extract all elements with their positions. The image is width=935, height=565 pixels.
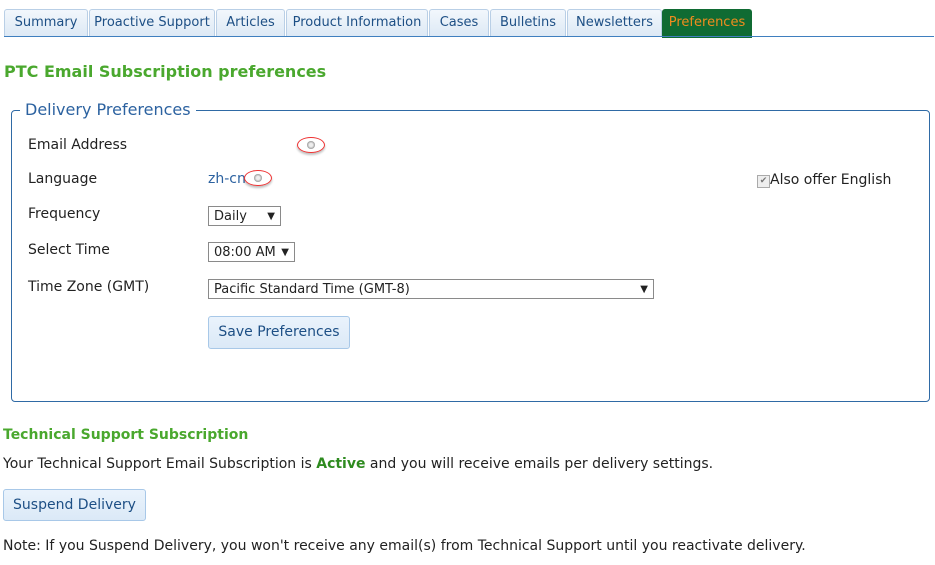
tab-cases[interactable]: Cases bbox=[429, 9, 489, 36]
also-english-label: Also offer English bbox=[770, 172, 892, 188]
frequency-select[interactable]: Daily ▼ bbox=[208, 206, 281, 226]
language-label: Language bbox=[28, 171, 98, 187]
tab-newsletters[interactable]: Newsletters bbox=[567, 9, 662, 36]
frequency-selected-value: Daily bbox=[214, 209, 247, 224]
delivery-preferences-legend: Delivery Preferences bbox=[20, 100, 196, 120]
time-select[interactable]: 08:00 AM ▼ bbox=[208, 242, 295, 262]
tab-proactive-support[interactable]: Proactive Support bbox=[89, 9, 215, 36]
gear-icon bbox=[307, 141, 315, 149]
email-address-label: Email Address bbox=[28, 137, 128, 153]
timezone-select[interactable]: Pacific Standard Time (GMT-8) ▼ bbox=[208, 279, 654, 299]
timezone-label: Time Zone (GMT) bbox=[28, 279, 150, 295]
chevron-down-icon: ▼ bbox=[281, 247, 289, 258]
page-title: PTC Email Subscription preferences bbox=[4, 62, 327, 81]
frequency-label: Frequency bbox=[28, 206, 101, 222]
delivery-preferences-fieldset bbox=[11, 110, 930, 402]
tab-articles[interactable]: Articles bbox=[216, 9, 285, 36]
language-gear-icon[interactable] bbox=[244, 170, 272, 186]
chevron-down-icon: ▼ bbox=[267, 211, 275, 222]
suspend-delivery-button[interactable]: Suspend Delivery bbox=[3, 489, 146, 521]
tab-bar: Summary Proactive Support Articles Produ… bbox=[4, 9, 934, 38]
also-english-checkbox[interactable]: ✔ bbox=[757, 175, 770, 188]
status-badge: Active bbox=[316, 456, 366, 472]
save-preferences-button[interactable]: Save Preferences bbox=[208, 316, 350, 349]
time-selected-value: 08:00 AM bbox=[214, 245, 276, 260]
select-time-label: Select Time bbox=[28, 242, 110, 258]
tab-product-information[interactable]: Product Information bbox=[286, 9, 428, 36]
tab-preferences[interactable]: Preferences bbox=[662, 9, 752, 38]
status-suffix: and you will receive emails per delivery… bbox=[365, 456, 714, 472]
tab-divider bbox=[4, 36, 934, 37]
tech-support-title: Technical Support Subscription bbox=[3, 427, 249, 443]
gear-icon bbox=[254, 174, 262, 182]
tab-bulletins[interactable]: Bulletins bbox=[490, 9, 566, 36]
suspend-note: Note: If you Suspend Delivery, you won't… bbox=[3, 538, 806, 554]
language-value: zh-cn bbox=[208, 171, 246, 187]
timezone-selected-value: Pacific Standard Time (GMT-8) bbox=[214, 282, 410, 297]
tab-summary[interactable]: Summary bbox=[4, 9, 88, 36]
also-offer-english[interactable]: ✔ Also offer English bbox=[757, 172, 891, 188]
chevron-down-icon: ▼ bbox=[640, 284, 648, 295]
subscription-status: Your Technical Support Email Subscriptio… bbox=[3, 456, 713, 472]
email-gear-icon[interactable] bbox=[297, 137, 325, 153]
status-prefix: Your Technical Support Email Subscriptio… bbox=[3, 456, 317, 472]
